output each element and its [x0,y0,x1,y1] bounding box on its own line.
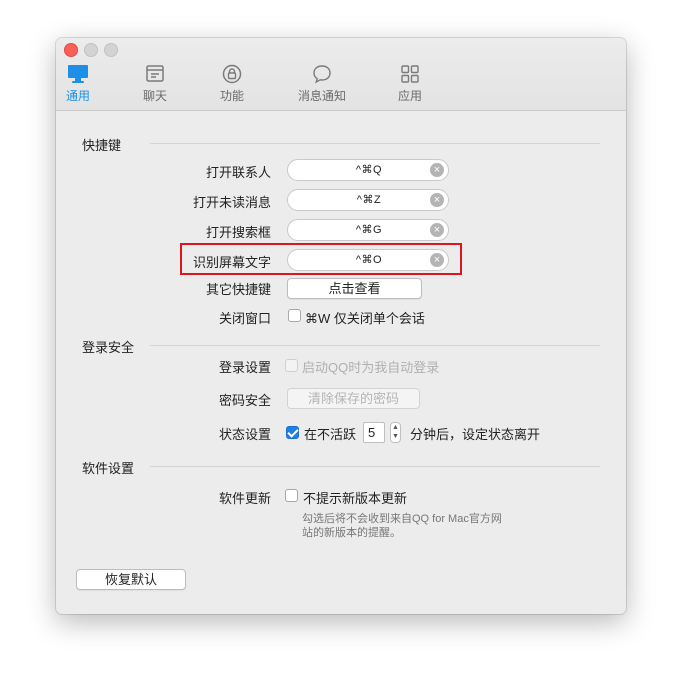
tab-notifications[interactable]: 消息通知 [292,64,352,104]
inactive-suffix: 分钟后，设定状态离开 [410,427,541,442]
close-window-button[interactable] [64,43,78,57]
status-label: 状态设置 [218,427,271,442]
tab-label: 消息通知 [297,89,346,103]
minimize-window-button[interactable] [84,43,98,57]
tab-label: 聊天 [142,89,167,103]
divider [150,345,600,346]
shortcut-label-contacts: 打开联系人 [205,165,271,180]
close-window-option: ⌘W 仅关闭单个会话 [305,311,425,326]
grid-icon [380,64,440,84]
tab-general[interactable]: 通用 [56,64,108,104]
clear-icon[interactable]: × [430,193,444,207]
zoom-window-button[interactable] [104,43,118,57]
inactive-checkbox[interactable] [286,426,299,439]
tab-features[interactable]: 功能 [202,64,262,104]
view-shortcuts-button[interactable]: 点击查看 [287,278,422,299]
shortcut-field-ocr[interactable]: ^⌘O × [287,249,449,271]
close-window-checkbox[interactable] [288,309,301,322]
tab-label: 通用 [65,89,90,103]
auto-login-checkbox[interactable] [285,359,298,372]
chevron-down-icon: ▼ [392,433,399,440]
other-shortcuts-label: 其它快捷键 [205,282,271,297]
shortcut-value: ^⌘O [355,254,383,266]
shortcut-label-ocr: 识别屏幕文字 [192,255,271,270]
password-label: 密码安全 [218,393,271,408]
clear-icon[interactable]: × [430,223,444,237]
inactive-minutes-input[interactable]: 5 [363,422,385,443]
chat-window-icon [125,64,185,84]
speech-bubble-icon [292,64,352,84]
shortcut-label-search: 打开搜索框 [205,225,271,240]
no-update-option: 不提示新版本更新 [303,491,408,506]
shortcut-field-unread[interactable]: ^⌘Z × [287,189,449,211]
divider [150,143,600,144]
shortcut-field-contacts[interactable]: ^⌘Q × [287,159,449,181]
login-settings-label: 登录设置 [218,360,271,375]
preferences-window: 通用 聊天 功能 消息通知 应用 快捷键 打开联系人 ^⌘Q × 打开未读消息 … [56,38,626,614]
tab-chat[interactable]: 聊天 [125,64,185,104]
clear-icon[interactable]: × [430,253,444,267]
toolbar: 通用 聊天 功能 消息通知 应用 [56,38,626,111]
shortcut-label-unread: 打开未读消息 [192,195,271,210]
inactive-prefix: 在不活跃 [304,427,357,442]
clear-password-button[interactable]: 清除保存的密码 [287,388,420,409]
divider [150,466,600,467]
section-title-login: 登录安全 [82,340,135,355]
section-title-shortcuts: 快捷键 [82,138,122,153]
update-hint-line1: 勾选后将不会收到来自QQ for Mac官方网 [302,513,502,525]
shortcut-field-search[interactable]: ^⌘G × [287,219,449,241]
lock-icon [202,64,262,84]
close-window-label: 关闭窗口 [218,311,271,326]
shortcut-value: ^⌘G [355,224,383,236]
auto-login-option: 启动QQ时为我自动登录 [302,360,440,375]
update-hint-line2: 站的新版本的提醒。 [302,527,401,539]
tab-label: 功能 [219,89,244,103]
no-update-checkbox[interactable] [285,489,298,502]
chevron-up-icon: ▲ [392,424,399,431]
clear-icon[interactable]: × [430,163,444,177]
shortcut-value: ^⌘Z [356,194,382,206]
shortcut-value: ^⌘Q [355,164,383,176]
minutes-stepper[interactable]: ▲ ▼ [390,422,401,443]
tab-apps[interactable]: 应用 [380,64,440,104]
restore-defaults-button[interactable]: 恢复默认 [76,569,186,590]
monitor-icon [56,64,108,84]
tab-label: 应用 [397,89,422,103]
update-label: 软件更新 [218,491,271,506]
section-title-software: 软件设置 [82,461,135,476]
